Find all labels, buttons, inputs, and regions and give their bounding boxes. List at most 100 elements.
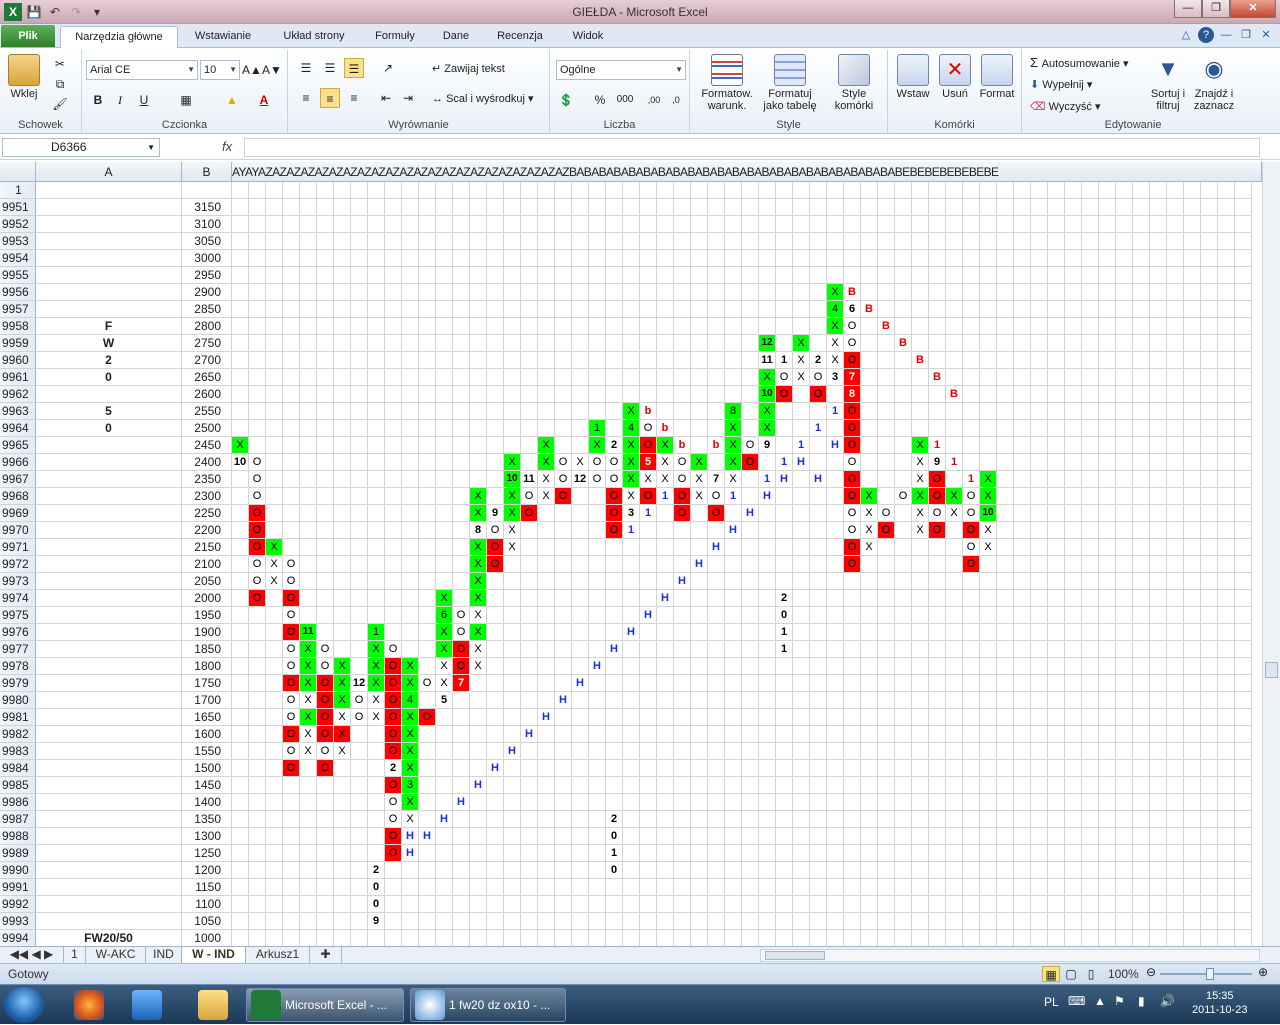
grid-cell[interactable] — [1031, 896, 1048, 913]
grid-cell[interactable] — [725, 539, 742, 556]
row-number[interactable]: 9953 — [0, 233, 36, 250]
grid-cell[interactable] — [742, 811, 759, 828]
grid-cell[interactable] — [793, 403, 810, 420]
grid-cell[interactable] — [1065, 488, 1082, 505]
pf-mark[interactable]: O — [283, 658, 299, 674]
grid-cell[interactable] — [1201, 828, 1218, 845]
grid-cell[interactable] — [300, 930, 317, 946]
grid-cell[interactable] — [538, 182, 555, 199]
grid-cell[interactable] — [1048, 403, 1065, 420]
grid-cell[interactable] — [810, 930, 827, 946]
grid-cell[interactable] — [674, 369, 691, 386]
grid-cell[interactable] — [1201, 267, 1218, 284]
grid-cell[interactable] — [878, 726, 895, 743]
pf-mark[interactable]: O — [929, 522, 945, 538]
grid-cell[interactable] — [555, 709, 572, 726]
cell-price[interactable]: 1900 — [182, 624, 232, 641]
grid-cell[interactable] — [742, 692, 759, 709]
row-number[interactable]: 9986 — [0, 794, 36, 811]
grid-cell[interactable] — [453, 760, 470, 777]
grid-cell[interactable] — [1167, 641, 1184, 658]
grid-cell[interactable] — [844, 862, 861, 879]
grid-cell[interactable] — [555, 352, 572, 369]
volume-icon[interactable]: 🔊 — [1160, 994, 1175, 1008]
pf-mark[interactable]: 1 — [929, 437, 945, 453]
grid-cell[interactable] — [640, 216, 657, 233]
grid-cell[interactable] — [232, 777, 249, 794]
grid-cell[interactable] — [283, 301, 300, 318]
grid-cell[interactable] — [436, 182, 453, 199]
grid-cell[interactable] — [368, 369, 385, 386]
grid-cell[interactable] — [861, 607, 878, 624]
pf-mark[interactable]: X — [640, 471, 656, 487]
grid-cell[interactable] — [521, 352, 538, 369]
grid-cell[interactable] — [1031, 403, 1048, 420]
grid-cell[interactable] — [1133, 828, 1150, 845]
grid-cell[interactable] — [1099, 845, 1116, 862]
grid-cell[interactable] — [385, 896, 402, 913]
grid-cell[interactable] — [963, 794, 980, 811]
grid-cell[interactable] — [691, 641, 708, 658]
grid-cell[interactable] — [1082, 522, 1099, 539]
grid-cell[interactable] — [640, 369, 657, 386]
grid-cell[interactable] — [963, 352, 980, 369]
grid-cell[interactable] — [334, 233, 351, 250]
grid-cell[interactable] — [317, 454, 334, 471]
grid-cell[interactable] — [317, 862, 334, 879]
pf-mark[interactable]: O — [844, 471, 860, 487]
grid-cell[interactable] — [555, 284, 572, 301]
grid-cell[interactable] — [674, 862, 691, 879]
pf-mark[interactable]: H — [504, 743, 520, 759]
grid-cell[interactable] — [725, 726, 742, 743]
grid-cell[interactable] — [521, 335, 538, 352]
row-number[interactable]: 9966 — [0, 454, 36, 471]
grid-cell[interactable] — [929, 420, 946, 437]
tab-formulas[interactable]: Formuły — [362, 26, 428, 48]
grid-cell[interactable] — [912, 250, 929, 267]
grid-cell[interactable] — [317, 573, 334, 590]
pf-mark[interactable]: O — [385, 845, 401, 861]
grid-cell[interactable] — [487, 658, 504, 675]
grid-cell[interactable] — [317, 369, 334, 386]
grid-cell[interactable] — [997, 335, 1014, 352]
pf-mark[interactable]: O — [283, 590, 299, 606]
grid-cell[interactable] — [317, 607, 334, 624]
grid-cell[interactable] — [334, 199, 351, 216]
grid-cell[interactable] — [1014, 913, 1031, 930]
grid-cell[interactable] — [249, 896, 266, 913]
grid-cell[interactable] — [1167, 675, 1184, 692]
grid-cell[interactable] — [606, 216, 623, 233]
grid-cell[interactable] — [538, 845, 555, 862]
grid-cell[interactable] — [419, 590, 436, 607]
grid-cell[interactable] — [385, 437, 402, 454]
grid-cell[interactable] — [1116, 403, 1133, 420]
grid-cell[interactable] — [1048, 199, 1065, 216]
grid-cell[interactable] — [1014, 811, 1031, 828]
grid-cell[interactable] — [368, 318, 385, 335]
grid-cell[interactable] — [810, 573, 827, 590]
grid-cell[interactable] — [623, 182, 640, 199]
grid-cell[interactable] — [249, 777, 266, 794]
grid-cell[interactable] — [810, 284, 827, 301]
grid-cell[interactable] — [606, 182, 623, 199]
grid-cell[interactable] — [402, 369, 419, 386]
grid-cell[interactable] — [402, 335, 419, 352]
grid-cell[interactable] — [249, 692, 266, 709]
grid-cell[interactable] — [1065, 930, 1082, 946]
grid-cell[interactable] — [1031, 182, 1048, 199]
grid-cell[interactable] — [1082, 794, 1099, 811]
grid-cell[interactable] — [249, 335, 266, 352]
grid-cell[interactable] — [674, 539, 691, 556]
grid-cell[interactable] — [419, 352, 436, 369]
grid-cell[interactable] — [1099, 386, 1116, 403]
grid-cell[interactable] — [589, 199, 606, 216]
grid-cell[interactable] — [1201, 879, 1218, 896]
grid-cell[interactable] — [1235, 335, 1252, 352]
grid-cell[interactable] — [1150, 573, 1167, 590]
cell-price[interactable]: 2100 — [182, 556, 232, 573]
grid-cell[interactable] — [572, 505, 589, 522]
grid-cell[interactable] — [895, 403, 912, 420]
grid-cell[interactable] — [640, 675, 657, 692]
grid-cell[interactable] — [538, 233, 555, 250]
grid-cell[interactable] — [895, 726, 912, 743]
